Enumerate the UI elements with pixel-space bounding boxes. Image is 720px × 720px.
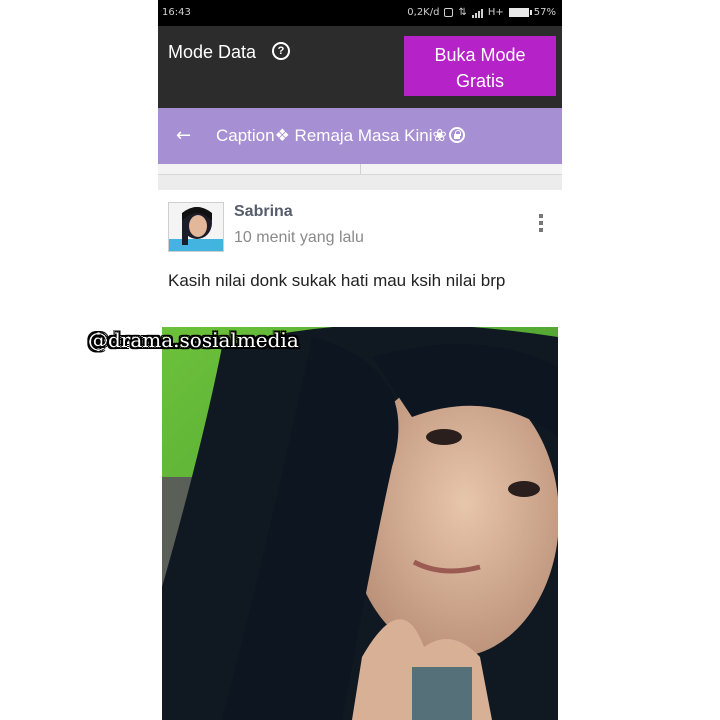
status-time: 16:43 (162, 7, 191, 18)
data-mode-label: Mode Data (168, 42, 257, 62)
status-bar: 16:43 0,2K/d ⇅ H+ 57% (158, 0, 562, 26)
network-type: H+ (487, 7, 504, 18)
net-speed: 0,2K/d (407, 7, 440, 18)
phone-screen: 16:43 0,2K/d ⇅ H+ 57% Mode Data ? Buka M… (158, 0, 562, 720)
post-photo[interactable] (162, 327, 558, 720)
selfie-photo (162, 327, 558, 720)
arrow-left-icon[interactable]: ← (176, 126, 191, 146)
vibrate-icon (444, 8, 454, 17)
signal-icon (471, 8, 483, 18)
status-icons: 0,2K/d ⇅ H+ 57% (407, 7, 556, 18)
group-title: Caption❖ Remaja Masa Kini❀ (216, 126, 465, 146)
question-circle-icon[interactable]: ? (272, 42, 290, 60)
post-text: Kasih nilai donk sukak hati mau ksih nil… (168, 271, 506, 290)
tab-strip (158, 164, 562, 175)
avatar[interactable] (168, 202, 224, 252)
data-transfer-icon: ⇅ (458, 7, 467, 18)
lock-icon (448, 127, 465, 143)
battery-level: 57% (533, 7, 556, 18)
post-card: Sabrina 10 menit yang lalu Kasih nilai d… (158, 190, 562, 720)
post-author[interactable]: Sabrina (234, 203, 293, 221)
watermark: @drama.sosialmedia (88, 328, 299, 352)
feed-gap (158, 175, 562, 190)
tab-divider (360, 164, 361, 174)
battery-icon (508, 8, 532, 17)
avatar-picture (169, 203, 223, 251)
data-mode-bar: Mode Data ? Buka Mode Gratis (158, 26, 562, 108)
more-vertical-icon[interactable] (538, 214, 544, 234)
post-time[interactable]: 10 menit yang lalu (234, 229, 364, 247)
free-mode-button[interactable]: Buka Mode Gratis (404, 36, 556, 96)
group-title-bar: ← Caption❖ Remaja Masa Kini❀ (158, 108, 562, 164)
group-title-text: Caption❖ Remaja Masa Kini❀ (216, 126, 447, 145)
